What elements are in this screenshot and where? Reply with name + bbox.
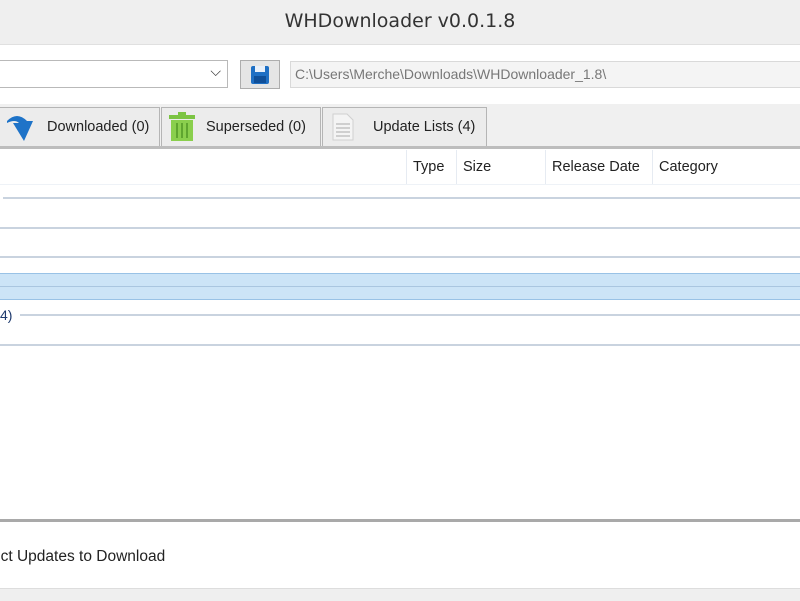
group-row[interactable] (0, 227, 800, 229)
tab-downloaded[interactable]: Downloaded (0) (0, 107, 160, 146)
group-separator (20, 314, 800, 316)
tab-label: Superseded (0) (206, 119, 306, 135)
column-header-release-date[interactable]: Release Date (545, 150, 652, 184)
download-arrow-icon (7, 116, 33, 141)
group-row[interactable] (0, 256, 800, 258)
product-combobox[interactable]: ⌵ (0, 60, 228, 88)
group-label[interactable]: 4) (0, 307, 12, 323)
trash-icon (169, 112, 195, 141)
status-text: ect Updates to Download (0, 548, 166, 565)
tab-superseded[interactable]: Superseded (0) (161, 107, 321, 146)
group-row[interactable] (3, 197, 800, 199)
tab-label: Downloaded (0) (47, 119, 150, 135)
chevron-down-icon[interactable]: ⌵ (210, 64, 221, 80)
group-row[interactable] (0, 344, 800, 346)
tab-update-lists[interactable]: Update Lists (4) (322, 107, 487, 146)
column-header-size[interactable]: Size (456, 150, 545, 184)
floppy-disk-icon (251, 65, 269, 84)
column-header-type[interactable]: Type (406, 150, 456, 184)
column-header-category[interactable]: Category (652, 150, 800, 184)
save-folder-button[interactable] (240, 60, 280, 89)
document-icon (332, 113, 354, 141)
window-title: WHDownloader v0.0.1.8 (284, 10, 516, 32)
status-bar (0, 588, 800, 601)
tab-divider (0, 146, 800, 149)
tab-label: Update Lists (4) (373, 119, 476, 135)
download-path-field[interactable]: C:\Users\Merche\Downloads\WHDownloader_1… (290, 61, 800, 88)
selected-group-row[interactable] (0, 273, 800, 300)
